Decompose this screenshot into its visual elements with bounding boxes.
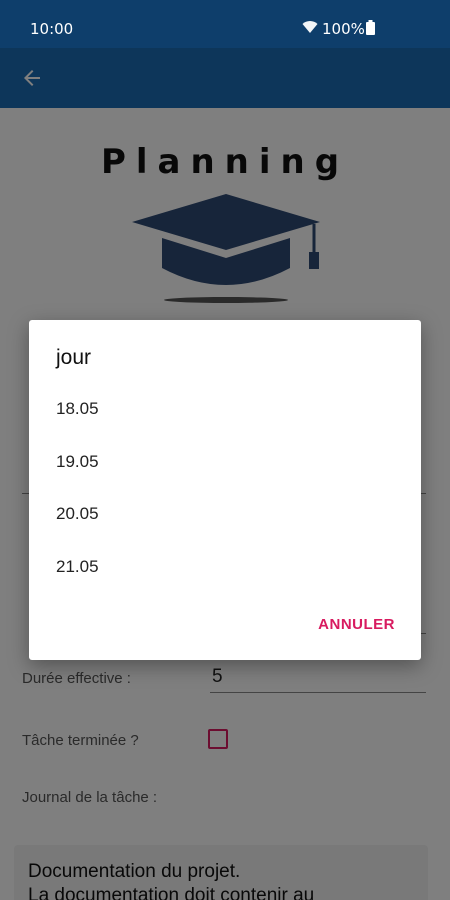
dialog-option[interactable]: 21.05 — [29, 541, 421, 593]
cancel-button[interactable]: ANNULER — [318, 616, 395, 633]
dialog-option[interactable]: 19.05 — [29, 436, 421, 488]
battery-icon — [366, 20, 375, 39]
dialog-option[interactable]: 18.05 — [29, 383, 421, 435]
dialog-option[interactable]: 20.05 — [29, 488, 421, 540]
battery-percent: 100% — [322, 20, 365, 38]
status-bar: 10:00 100% — [0, 0, 450, 48]
status-time: 10:00 — [30, 20, 74, 38]
day-picker-dialog: jour 18.05 19.05 20.05 21.05 ANNULER — [29, 320, 421, 660]
dialog-title: jour — [56, 346, 92, 369]
wifi-icon — [302, 20, 318, 38]
